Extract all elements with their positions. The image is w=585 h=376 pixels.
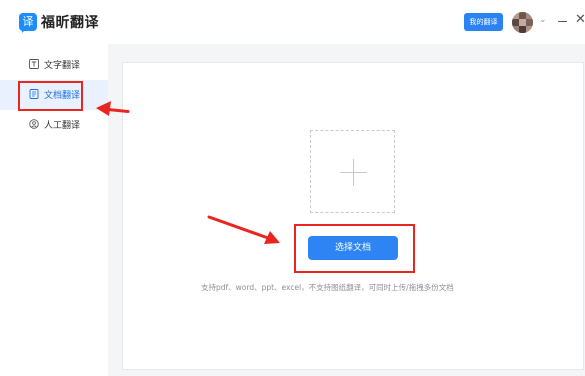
annotation-arrow-button: [207, 215, 280, 244]
annotation-arrow-sidebar: [96, 101, 130, 116]
app-window: 译 福昕翻译 我的翻译 ⌄ ✕ 文字翻译 文档翻译 人工翻译 选择文档 支持pd…: [0, 0, 585, 376]
annotation-arrows: [96, 101, 280, 244]
